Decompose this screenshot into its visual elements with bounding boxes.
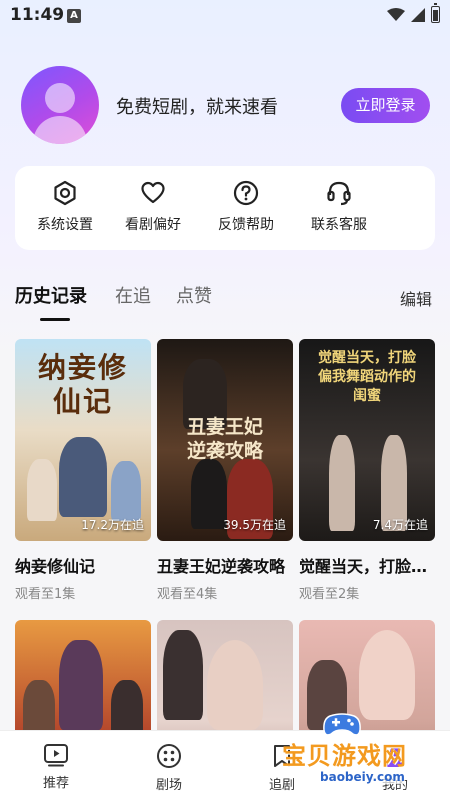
signal-icon [411, 8, 425, 22]
poster-title: 觉醒当天，打脸偏我舞蹈动作的闺蜜 [318, 350, 416, 404]
edit-button[interactable]: 编辑 [400, 286, 432, 310]
notification-icon: A [67, 9, 81, 23]
play-icon [44, 744, 68, 767]
watermark-text: 宝贝游戏网 [282, 742, 407, 770]
question-icon [233, 180, 259, 206]
feedback-help-button[interactable]: 反馈帮助 [196, 180, 296, 234]
nav-label: 推荐 [42, 776, 69, 791]
nav-theater[interactable]: 剧场 [134, 743, 204, 793]
status-bar: 11:49 A [0, 0, 450, 32]
tab-following[interactable]: 在追 [115, 282, 151, 308]
nav-label: 剧场 [155, 778, 182, 793]
quick-actions-card: 系统设置 看剧偏好 反馈帮助 联系客服 [15, 166, 435, 250]
heart-icon [141, 181, 165, 204]
card-title: 丑妻王妃逆袭攻略 [157, 557, 286, 576]
avatar[interactable] [21, 66, 99, 144]
poster-image: 丑妻王妃逆袭攻略 39.5万在追 [157, 339, 293, 541]
gear-icon [54, 180, 76, 206]
action-label: 反馈帮助 [218, 217, 274, 233]
tab-likes[interactable]: 点赞 [176, 282, 212, 308]
poster-figure [163, 630, 203, 720]
battery-icon [431, 3, 440, 23]
poster-figure [329, 435, 355, 531]
card-progress: 观看至4集 [157, 587, 218, 602]
history-card[interactable]: 觉醒当天，打脸偏我舞蹈动作的闺蜜 7.4万在追 觉醒当天，打脸偏我舞蹈动作的闺蜜… [299, 339, 435, 602]
status-time: 11:49 [10, 5, 65, 25]
followers-badge: 7.4万在追 [372, 518, 428, 532]
watch-preferences-button[interactable]: 看剧偏好 [103, 180, 203, 234]
poster-image: 觉醒当天，打脸偏我舞蹈动作的闺蜜 7.4万在追 [299, 339, 435, 541]
wifi-icon [387, 8, 405, 21]
poster-title: 丑妻王妃逆袭攻略 [186, 416, 263, 462]
followers-badge: 39.5万在追 [223, 518, 286, 532]
poster-figure [207, 640, 263, 730]
poster-image: 纳妾修仙记 17.2万在追 [15, 339, 151, 541]
avatar-head-shape [45, 83, 75, 113]
tab-history[interactable]: 历史记录 [15, 282, 87, 308]
poster-figure [27, 459, 57, 521]
headset-icon [327, 181, 351, 206]
poster-figure [191, 459, 227, 529]
poster-figure [359, 630, 415, 720]
poster-figure [111, 461, 141, 521]
card-title: 纳妾修仙记 [15, 557, 96, 576]
watermark: 宝贝游戏网 baobeiy.com [270, 713, 448, 794]
login-button[interactable]: 立即登录 [341, 88, 430, 123]
gamepad-icon [323, 713, 361, 736]
action-label: 联系客服 [311, 217, 367, 233]
grid-icon [157, 744, 181, 768]
followers-badge: 17.2万在追 [81, 518, 144, 532]
watermark-url: baobeiy.com [320, 770, 405, 784]
card-progress: 观看至2集 [299, 587, 360, 602]
poster-title: 纳妾修仙记 [37, 351, 128, 418]
card-progress: 观看至1集 [15, 587, 76, 602]
history-tabs: 历史记录 在追 点赞 编辑 [0, 282, 450, 322]
system-settings-button[interactable]: 系统设置 [15, 180, 115, 234]
action-label: 系统设置 [37, 217, 93, 233]
nav-recommend[interactable]: 推荐 [21, 743, 91, 791]
history-card[interactable]: 纳妾修仙记 17.2万在追 纳妾修仙记 观看至1集 [15, 339, 151, 602]
tagline: 免费短剧，就来速看 [116, 97, 278, 118]
tab-indicator [40, 318, 70, 321]
card-title: 觉醒当天，打脸偏我舞蹈动作的闺蜜 [299, 557, 435, 576]
poster-figure [59, 640, 103, 730]
history-card[interactable]: 丑妻王妃逆袭攻略 39.5万在追 丑妻王妃逆袭攻略 观看至4集 [157, 339, 293, 602]
action-label: 看剧偏好 [125, 217, 181, 233]
contact-support-button[interactable]: 联系客服 [289, 180, 389, 234]
avatar-body-shape [33, 116, 87, 144]
poster-figure [59, 437, 107, 517]
